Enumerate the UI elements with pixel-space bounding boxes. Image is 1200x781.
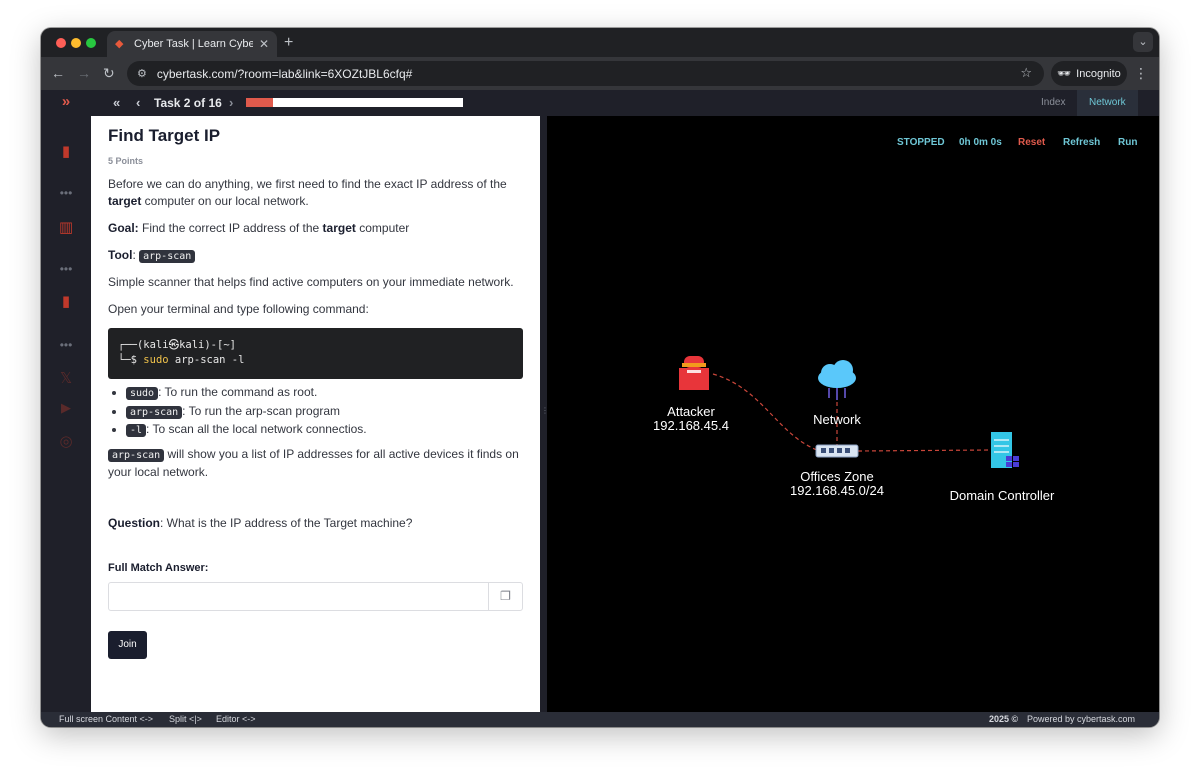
bookmark-icon[interactable]: ▮ [41,292,91,310]
editor-button[interactable]: Editor <-> [216,712,256,727]
tool-code: arp-scan [139,250,196,263]
tab-title: Cyber Task | Learn Cybersecurity [134,38,253,50]
forward-icon[interactable]: → [77,65,91,81]
minimize-window-button[interactable] [71,38,81,48]
tool-description: Simple scanner that helps find active co… [108,275,514,289]
maximize-window-button[interactable] [86,38,96,48]
task-points: 5 Points [108,156,144,166]
task-content: Find Target IP 5 Points Before we can do… [91,116,540,712]
task-counter: Task 2 of 16 [154,96,222,110]
offices-zone-label[interactable]: Offices Zone 192.168.45.0/24 [775,470,899,498]
copy-icon[interactable]: ❐ [488,583,522,610]
option-list: sudo: To run the command as root. arp-sc… [126,384,526,440]
tool-paragraph: Tool: arp-scan [108,247,523,265]
door-icon[interactable]: ▮ [41,142,91,160]
answer-input[interactable]: ❐ [108,582,523,611]
split-divider[interactable]: ⋮ [540,116,549,712]
split-button[interactable]: Split <|> [169,712,202,727]
terminal-block: ┌──(kali㉿kali)-[~] └─$ sudo arp-scan -l [108,328,523,379]
more-dots-icon: ••• [59,186,73,200]
browser-menu-icon[interactable]: ⋮ [1134,65,1148,82]
task-progress-fill [246,98,274,107]
app-root: » ▮ ••• ▥ ••• ▮ ••• 𝕏 ▶ ◎ « ‹ Task 2 of … [41,90,1159,727]
browser-window: ◆ Cyber Task | Learn Cybersecurity ✕ + ⌄… [41,28,1159,727]
link-switch-dc [857,449,991,452]
attacker-label[interactable]: Attacker 192.168.45.4 [645,405,737,433]
new-tab-button[interactable]: + [284,34,293,52]
network-panel: STOPPED 0h 0m 0s Reset Refresh Run Attac… [547,116,1159,712]
server-icon [991,432,1019,468]
incognito-icon: 🕶 [1057,68,1072,80]
powered-by-link[interactable]: Powered by cybertask.com [1027,712,1135,727]
fullscreen-content-button[interactable]: Full screen Content <-> [59,712,153,727]
x-icon[interactable]: 𝕏 [41,369,91,387]
task-topbar: « ‹ Task 2 of 16 › Index Network [91,90,1159,116]
switch-icon [815,444,859,458]
result-paragraph: arp-scan will show you a list of IP addr… [108,447,519,479]
attacker-icon [679,356,709,390]
back-icon[interactable]: ← [51,65,65,81]
footer-bar: Full screen Content <-> Split <|> Editor… [41,712,1159,727]
network-label[interactable]: Network [795,413,879,427]
list-item: -l: To scan all the local network connec… [126,421,526,440]
list-item: arp-scan: To run the arp-scan program [126,403,526,422]
more-dots-icon: ••• [59,338,73,352]
instagram-icon[interactable]: ◎ [41,432,91,450]
copyright-year: 2025 © [989,714,1019,724]
reload-icon[interactable]: ↻ [103,65,115,81]
youtube-icon[interactable]: ▶ [41,400,91,416]
question-paragraph: Question: What is the IP address of the … [108,516,413,530]
task-progress-bar [246,98,463,107]
incognito-label: Incognito [1076,67,1121,80]
bookmark-star-icon[interactable]: ☆ [1020,65,1032,81]
close-tab-icon[interactable]: ✕ [259,37,269,51]
tab-network[interactable]: Network [1077,90,1138,116]
terminal-intro: Open your terminal and type following co… [108,302,369,316]
terminal-line-2: └─$ sudo arp-scan -l [118,354,245,366]
answer-label: Full Match Answer: [108,562,209,574]
tab-search-button[interactable]: ⌄ [1133,32,1153,52]
prev-task-icon[interactable]: ‹ [136,95,140,110]
join-button[interactable]: Join [108,631,147,659]
task-title: Find Target IP [108,126,221,145]
favicon-icon: ◆ [115,38,124,50]
goal-paragraph: Goal: Find the correct IP address of the… [108,221,410,235]
tab-index[interactable]: Index [1029,90,1077,116]
tab-strip: ◆ Cyber Task | Learn Cybersecurity ✕ + ⌄ [41,28,1159,57]
cloud-icon [818,360,856,400]
books-icon[interactable]: ▥ [41,218,91,236]
url-text: cybertask.com/?room=lab&link=6XOZtJBL6cf… [156,66,413,81]
incognito-button[interactable]: 🕶 Incognito [1051,61,1127,86]
terminal-line-1: ┌──(kali㉿kali)-[~] [118,339,236,351]
address-bar[interactable]: ⚙ cybertask.com/?room=lab&link=6XOZtJBL6… [127,61,1044,86]
intro-paragraph: Before we can do anything, we first need… [108,177,507,208]
browser-tab[interactable]: ◆ Cyber Task | Learn Cybersecurity ✕ [107,31,277,57]
site-settings-icon[interactable]: ⚙ [137,67,147,80]
sidebar: » ▮ ••• ▥ ••• ▮ ••• 𝕏 ▶ ◎ [41,90,91,712]
list-item: sudo: To run the command as root. [126,384,526,403]
domain-controller-label[interactable]: Domain Controller [937,489,1067,503]
first-task-icon[interactable]: « [113,95,120,110]
browser-toolbar: ← → ↻ ⚙ cybertask.com/?room=lab&link=6XO… [41,57,1159,90]
next-task-icon[interactable]: › [229,95,233,110]
close-window-button[interactable] [56,38,66,48]
more-dots-icon: ••• [59,262,73,276]
logo-chevron-icon[interactable]: » [41,93,91,110]
